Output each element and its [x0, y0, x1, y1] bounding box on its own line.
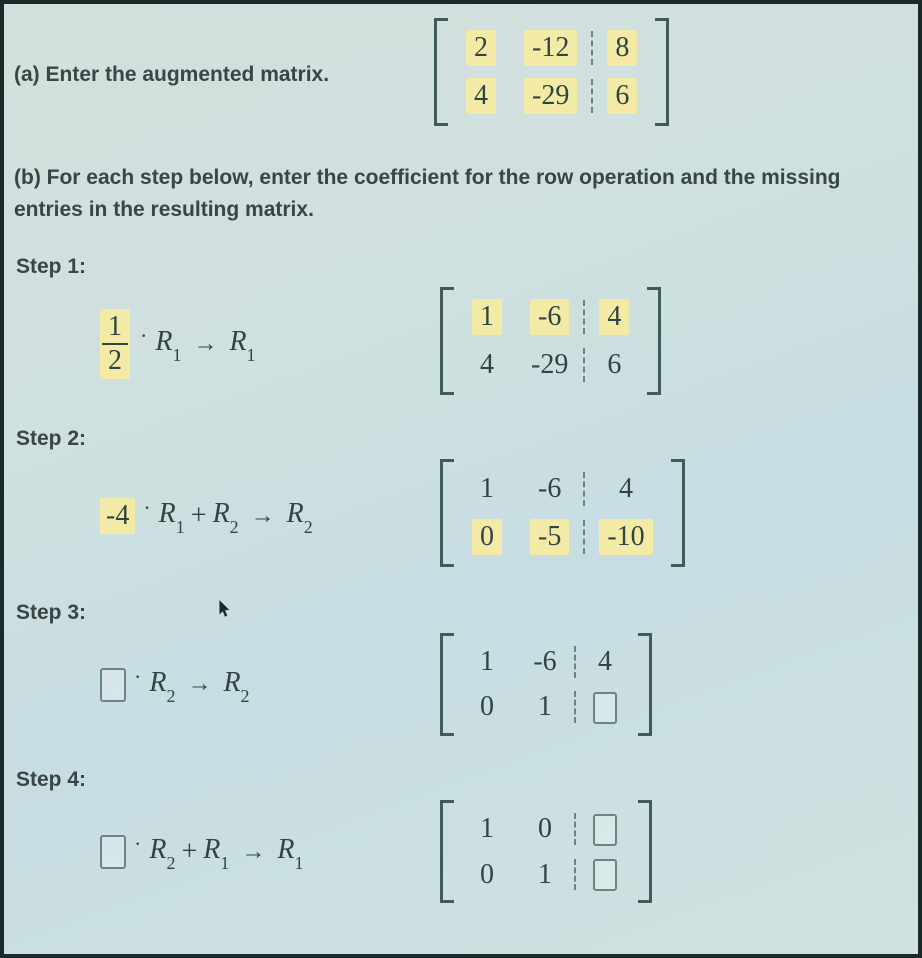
matrix-cell[interactable]: 2: [452, 24, 510, 72]
step-1-label: Step 1:: [16, 255, 900, 279]
matrix-cell[interactable]: 0: [458, 513, 516, 561]
matrix-cell[interactable]: [576, 852, 634, 898]
step-4-matrix: 1 0 0 1: [440, 800, 652, 909]
matrix-cell[interactable]: -6: [516, 293, 583, 341]
step-1-operation: 1 2 · R1 → R1: [10, 309, 440, 379]
matrix-cell: 4: [585, 467, 666, 511]
matrix-cell[interactable]: -12: [510, 24, 591, 72]
part-a-label: (a) Enter the augmented matrix.: [10, 63, 434, 87]
step-2-label: Step 2:: [16, 427, 900, 451]
matrix-cell: -6: [516, 467, 583, 511]
matrix-cell: 1: [458, 807, 516, 851]
matrix-cell: 4: [576, 640, 634, 684]
step-3-label: Step 3:: [16, 599, 900, 625]
coefficient-input[interactable]: [100, 668, 126, 702]
matrix-cell[interactable]: 1: [458, 293, 516, 341]
step-3-row: · R2 → R2 1 -6 4 0 1: [10, 633, 900, 742]
matrix-cell: 0: [458, 685, 516, 729]
matrix-cell: 0: [516, 807, 574, 851]
matrix-cell: -29: [516, 343, 583, 387]
part-b-label: (b) For each step below, enter the coeff…: [14, 162, 900, 225]
matrix-cell[interactable]: -10: [585, 513, 666, 561]
step-2-row: -4 · R1 + R2 → R2 1 -6 4 0 -5: [10, 459, 900, 573]
aug-divider: [591, 24, 593, 72]
coefficient-input[interactable]: -4: [100, 498, 135, 534]
matrix-cell[interactable]: -29: [510, 72, 591, 120]
matrix-cell[interactable]: 4: [452, 72, 510, 120]
coefficient-input[interactable]: [100, 835, 126, 869]
matrix-cell: -6: [516, 640, 574, 684]
matrix-cell: 1: [516, 853, 574, 897]
augmented-matrix-a: 2 -12 8 4 -29 6: [434, 18, 669, 126]
coefficient-input[interactable]: 1 2: [100, 309, 130, 379]
matrix-cell: 1: [516, 685, 574, 729]
matrix-cell: 4: [458, 343, 516, 387]
matrix-cell[interactable]: [576, 806, 634, 852]
step-3-matrix: 1 -6 4 0 1: [440, 633, 652, 742]
step-4-row: · R2 + R1 → R1 1 0 0 1: [10, 800, 900, 909]
cursor-icon: [218, 599, 232, 619]
arrow-icon: →: [187, 331, 223, 358]
part-a-row: (a) Enter the augmented matrix. 2 -12 8 …: [10, 18, 900, 132]
matrix-cell[interactable]: 4: [585, 293, 643, 341]
step-2-operation: -4 · R1 + R2 → R2: [10, 498, 440, 534]
step-4-label: Step 4:: [16, 768, 900, 792]
matrix-cell: 0: [458, 853, 516, 897]
step-1-matrix: 1 -6 4 4 -29 6: [440, 287, 661, 401]
matrix-cell: 6: [585, 343, 643, 387]
matrix-cell: 1: [458, 640, 516, 684]
matrix-cell[interactable]: 8: [593, 24, 651, 72]
arrow-icon: →: [181, 671, 217, 698]
aug-divider: [591, 72, 593, 120]
step-3-operation: · R2 → R2: [10, 667, 440, 708]
arrow-icon: →: [245, 503, 281, 530]
page-content: (a) Enter the augmented matrix. 2 -12 8 …: [4, 4, 918, 919]
step-4-operation: · R2 + R1 → R1: [10, 834, 440, 875]
matrix-cell: 1: [458, 467, 516, 511]
matrix-cell[interactable]: 6: [593, 72, 651, 120]
step-2-matrix: 1 -6 4 0 -5 -10: [440, 459, 685, 573]
step-1-row: 1 2 · R1 → R1 1 -6 4 4 -29: [10, 287, 900, 401]
part-a-matrix: 2 -12 8 4 -29 6: [434, 18, 669, 132]
matrix-cell[interactable]: [576, 685, 634, 731]
arrow-icon: →: [235, 839, 271, 866]
matrix-cell[interactable]: -5: [516, 513, 583, 561]
